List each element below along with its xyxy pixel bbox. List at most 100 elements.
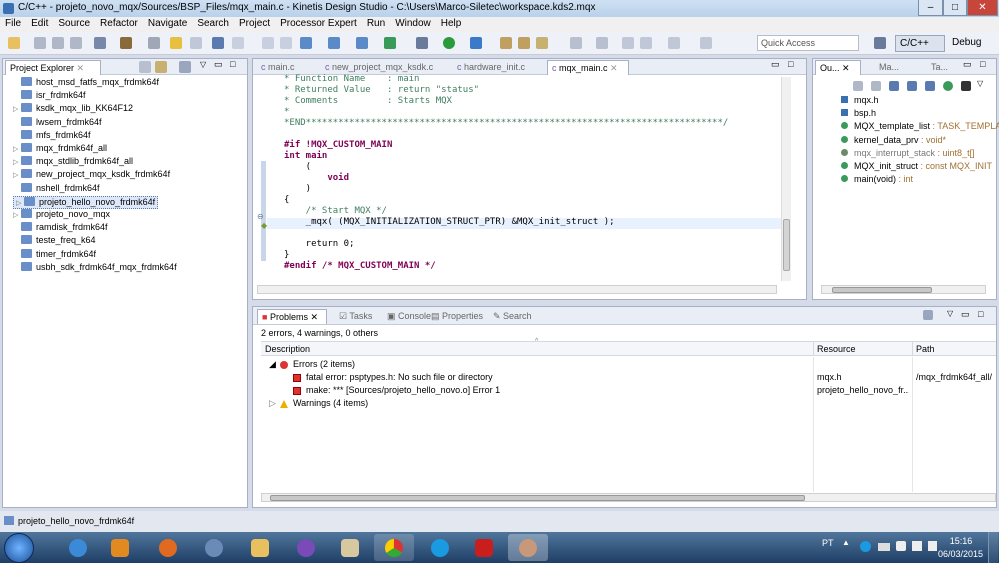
tree-item[interactable]: isr_frdmk64f — [13, 90, 86, 103]
minimize-button[interactable]: – — [918, 0, 943, 16]
volume-icon[interactable] — [928, 541, 937, 551]
code-line[interactable]: * Comments : Starts MQX — [284, 96, 452, 107]
search-tool-icon[interactable] — [536, 37, 548, 49]
collapse-marker-icon[interactable]: ⊖ — [257, 212, 264, 221]
show-hidden-icons-icon[interactable]: ▲ — [842, 538, 850, 547]
clock-date[interactable]: 06/03/2015 — [938, 549, 983, 559]
hide-members-icon[interactable] — [943, 81, 953, 91]
code-line[interactable]: #endif /* MQX_CUSTOM_MAIN */ — [284, 261, 436, 272]
expand-icon[interactable]: ▷ — [13, 158, 21, 166]
code-line[interactable]: _mqx( (MQX_INITIALIZATION_STRUCT_PTR) &M… — [284, 217, 615, 228]
expand-icon[interactable]: ▷ — [269, 398, 276, 409]
outline-item[interactable]: MQX_init_struct : const MQX_INIT — [841, 161, 992, 174]
table-row[interactable]: ◢ Errors (2 items) — [261, 358, 996, 371]
scroll-thumb[interactable] — [270, 495, 805, 501]
code-line[interactable]: /* Start MQX */ — [284, 206, 387, 217]
maximize-view-icon[interactable]: □ — [788, 59, 793, 69]
view-menu-icon[interactable]: ▽ — [947, 309, 953, 318]
pin-icon[interactable] — [700, 37, 712, 49]
outline-item[interactable]: mqx_interrupt_stack : uint8_t[] — [841, 148, 975, 161]
group-includes-icon[interactable] — [961, 81, 971, 91]
link-icon[interactable] — [925, 81, 935, 91]
expand-icon[interactable]: ▷ — [13, 171, 21, 179]
taskbar-acrobat-button[interactable] — [464, 534, 504, 561]
expand-icon[interactable]: ▷ — [16, 199, 24, 207]
external-tools-icon[interactable] — [212, 37, 224, 49]
open-type-icon[interactable] — [300, 37, 312, 49]
menu-file[interactable]: File — [0, 17, 26, 29]
code-line[interactable]: ) — [284, 184, 311, 195]
table-row[interactable]: fatal error: psptypes.h: No such file or… — [261, 371, 996, 384]
network-tray-icon[interactable] — [912, 541, 922, 551]
start-button[interactable] — [4, 533, 34, 563]
minimize-view-icon[interactable]: ▭ — [963, 59, 972, 70]
menu-search[interactable]: Search — [192, 17, 234, 29]
expand-icon[interactable]: ▷ — [13, 211, 21, 219]
problems-horizontal-scrollbar[interactable] — [261, 493, 996, 502]
taskbar-media-button[interactable] — [100, 534, 140, 561]
code-line[interactable]: int main — [284, 151, 327, 162]
menu-source[interactable]: Source — [53, 17, 95, 29]
copy-icon[interactable] — [262, 37, 274, 49]
close-button[interactable]: ✕ — [967, 0, 998, 16]
collapse-all-icon[interactable] — [139, 61, 151, 73]
tree-item[interactable]: ▷ new_project_mqx_ksdk_frdmk64f — [13, 169, 170, 182]
tree-item[interactable]: mfs_frdmk64f — [13, 129, 91, 143]
tree-item[interactable]: nshell_frdmk64f — [13, 182, 100, 196]
tab-new-project-mqx-ksdk-c[interactable]: c new_project_mqx_ksdk.c — [321, 60, 437, 75]
profile-icon[interactable] — [470, 37, 482, 49]
taskbar-viber-button[interactable] — [286, 534, 326, 561]
back-history-icon[interactable] — [640, 37, 652, 49]
outline-horizontal-scrollbar[interactable] — [821, 285, 986, 294]
tree-item[interactable]: ramdisk_frdmk64f — [13, 222, 108, 235]
menu-refactor[interactable]: Refactor — [95, 17, 143, 29]
run-icon[interactable] — [443, 37, 455, 49]
back-icon[interactable] — [622, 37, 634, 49]
skype-tray-icon[interactable] — [860, 541, 871, 552]
table-row[interactable]: ▷ Warnings (4 items) — [261, 397, 996, 410]
maximize-button[interactable]: □ — [943, 0, 967, 16]
menu-run[interactable]: Run — [362, 17, 390, 29]
maximize-view-icon[interactable]: □ — [980, 59, 985, 69]
toggle-mark-icon[interactable] — [570, 37, 582, 49]
minimize-view-icon[interactable]: ▭ — [214, 59, 223, 70]
save-all-icon[interactable] — [52, 37, 64, 49]
expand-icon[interactable]: ▷ — [13, 105, 21, 113]
close-icon[interactable]: ✕ — [77, 63, 85, 73]
code-line[interactable]: *END************************************… — [284, 118, 728, 129]
sort-icon[interactable] — [853, 81, 863, 91]
filter-icon[interactable] — [179, 61, 191, 73]
hide-static-icon[interactable] — [889, 81, 899, 91]
quick-access-input[interactable]: Quick Access — [757, 35, 859, 51]
column-path[interactable]: Path — [916, 344, 996, 354]
code-line[interactable]: ( — [284, 162, 311, 173]
target-icon[interactable] — [148, 37, 160, 49]
tree-item[interactable]: ▷ projeto_hello_novo_frdmk64f — [13, 195, 159, 209]
tree-item[interactable]: teste_freq_k64 — [13, 235, 96, 248]
hide-nonpublic-icon[interactable] — [907, 81, 917, 91]
filter-icon[interactable] — [923, 310, 933, 320]
show-desktop-button[interactable] — [988, 532, 998, 563]
code-line[interactable]: void — [284, 173, 349, 184]
tree-item[interactable]: ▷ mqx_frdmk64f_all — [13, 143, 107, 156]
tab-task-list[interactable]: Ta... — [927, 60, 952, 75]
tab-properties[interactable]: ▤ Properties — [427, 309, 487, 324]
menu-navigate[interactable]: Navigate — [143, 17, 192, 29]
minimize-view-icon[interactable]: ▭ — [961, 309, 970, 320]
tab-hardware-init-c[interactable]: c hardware_init.c — [453, 60, 529, 75]
taskbar-kds-button[interactable] — [508, 534, 548, 561]
editor-vertical-scrollbar[interactable] — [781, 77, 791, 281]
outline-item[interactable]: MQX_template_list : TASK_TEMPLA — [841, 121, 999, 134]
code-line[interactable]: { — [284, 195, 289, 206]
code-line[interactable]: #if !MQX_CUSTOM_MAIN — [284, 140, 392, 151]
outline-item[interactable]: mqx.h — [841, 95, 879, 108]
hammer-icon[interactable] — [120, 37, 132, 49]
expand-icon[interactable]: ◢ — [269, 359, 276, 370]
taskbar-app-button[interactable] — [194, 534, 234, 561]
forward-icon[interactable] — [668, 37, 680, 49]
code-line[interactable]: return 0; — [284, 239, 355, 250]
menu-help[interactable]: Help — [436, 17, 467, 29]
minimize-view-icon[interactable]: ▭ — [771, 59, 780, 70]
taskbar-skype-button[interactable] — [420, 534, 460, 561]
perspective-cpp-button[interactable]: C/C++ — [895, 35, 945, 52]
